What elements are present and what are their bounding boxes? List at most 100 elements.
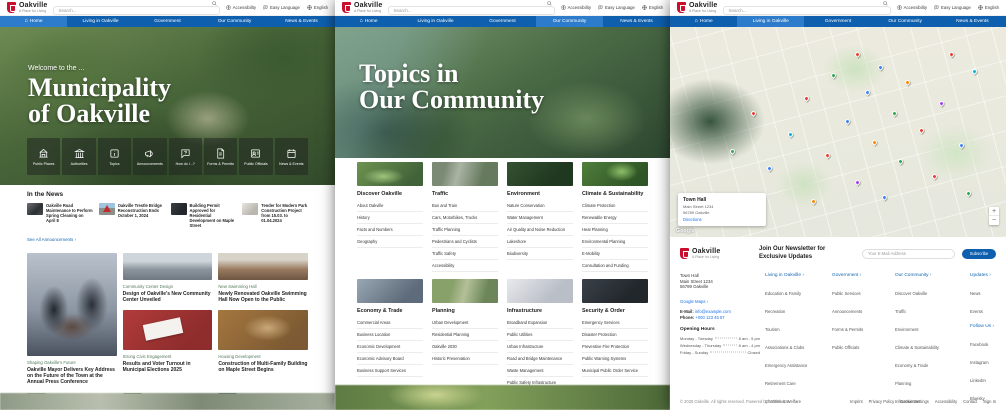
topic-link[interactable]: Broadband Expansion (507, 317, 573, 328)
footer-link[interactable]: Retirement Care (765, 381, 796, 386)
nav-government[interactable]: Government (804, 16, 871, 27)
topic-link[interactable]: Waste Management (507, 365, 573, 376)
legal-link[interactable]: Privacy Policy (869, 399, 894, 404)
topic-link[interactable]: Disaster Protection (582, 329, 648, 340)
footer-link[interactable]: Forms & Permits (832, 327, 863, 332)
topic-link[interactable]: Emergency Services (582, 317, 648, 328)
language-button[interactable]: English (978, 5, 999, 10)
tile-authorities[interactable]: Authorities (62, 138, 96, 175)
topic-link[interactable]: Business Location (357, 329, 423, 340)
social-link[interactable]: Facebook (970, 342, 988, 347)
topic-title[interactable]: Infrastructure (507, 308, 573, 314)
nav-home[interactable]: ⌂ Home (335, 16, 402, 27)
topic-link[interactable]: Biodiversity (507, 248, 573, 259)
topic-link[interactable]: Historic Preservation (432, 353, 498, 364)
footer-link[interactable]: Emergency Assistance (765, 363, 807, 368)
tile-topics[interactable]: Topics (97, 138, 132, 175)
topic-photo[interactable] (357, 279, 423, 303)
legal-link[interactable]: Contact (963, 399, 977, 404)
topic-link[interactable]: Preventive Fire Protection (582, 341, 648, 352)
topic-photo[interactable] (357, 162, 423, 186)
topic-link[interactable]: Bus and Train (432, 200, 498, 211)
map-pin[interactable] (749, 109, 757, 118)
map-pin[interactable] (890, 109, 898, 118)
topic-title[interactable]: Environment (507, 191, 573, 197)
footer-link[interactable]: Education & Family (765, 291, 801, 296)
topic-link[interactable]: Urban Development (432, 317, 498, 328)
footer-column-title[interactable]: Government › (832, 273, 890, 278)
zoom-out-button[interactable]: − (989, 216, 999, 225)
topic-photo[interactable] (507, 279, 573, 303)
map-pin[interactable] (786, 130, 794, 139)
search-icon[interactable] (546, 0, 552, 6)
topic-link[interactable]: Commercial Areas (357, 317, 423, 328)
legal-link[interactable]: Accessibility (935, 399, 957, 404)
map-pin[interactable] (843, 118, 851, 126)
map-place-card[interactable]: Town Hall Main Street 1234 56789 Oakvill… (678, 193, 766, 226)
topic-link[interactable]: Environmental Planning (582, 236, 648, 247)
map-pin[interactable] (830, 72, 838, 80)
topic-link[interactable]: Lakeshore (507, 236, 573, 247)
see-all-announcements-link[interactable]: See All Announcements › (27, 237, 76, 242)
map-pin[interactable] (853, 51, 861, 59)
social-link[interactable]: Instagram (970, 360, 989, 365)
map-pin[interactable] (971, 67, 979, 76)
nav-news[interactable]: News & Events (603, 16, 670, 27)
topic-link[interactable]: Business Support Services (357, 365, 423, 376)
map-pin[interactable] (766, 164, 774, 172)
map-pin[interactable] (863, 88, 871, 97)
topic-link[interactable]: Traffic Planning (432, 224, 498, 235)
topic-link[interactable]: Facts and Numbers (357, 224, 423, 235)
news-card[interactable]: Housing Development Construction of Mult… (218, 310, 308, 373)
nav-community[interactable]: Our Community (201, 16, 268, 27)
topic-link[interactable]: Geography (357, 236, 423, 247)
footer-link[interactable]: Recreation (765, 309, 785, 314)
map-pin[interactable] (823, 151, 831, 160)
map-pin[interactable] (810, 198, 818, 206)
logo[interactable]: Oakville A Place for Living (677, 2, 717, 13)
map-pin[interactable] (904, 78, 912, 86)
legal-link[interactable]: Cookie Settings (900, 399, 929, 404)
tile-public-places[interactable]: Public Places (27, 138, 61, 175)
news-card[interactable]: Shaping Oakville's Future Oakville Mayor… (27, 253, 117, 385)
search-icon[interactable] (882, 0, 888, 6)
topic-photo[interactable] (507, 162, 573, 186)
nav-community[interactable]: Our Community (872, 16, 939, 27)
nav-living[interactable]: Living in Oakville (402, 16, 469, 27)
nav-news[interactable]: News & Events (268, 16, 335, 27)
topic-title[interactable]: Security & Order (582, 308, 648, 314)
topic-link[interactable]: Renewable Energy (582, 212, 648, 223)
ticker-item[interactable]: Oakville Road Maintenance to Perform Spr… (27, 203, 93, 228)
email-link[interactable]: info@example.com (695, 309, 731, 314)
topic-photo[interactable] (582, 162, 648, 186)
footer-link[interactable]: Discover Oakville (895, 291, 927, 296)
tile-how-do-i[interactable]: How do I...? (168, 138, 202, 175)
map-pin[interactable] (853, 179, 861, 187)
topic-title[interactable]: Traffic (432, 191, 498, 197)
topic-link[interactable]: About Oakville (357, 200, 423, 211)
footer-link[interactable]: Environment (895, 327, 919, 332)
ticker-item[interactable]: Tender for Modern Park Construction Proj… (242, 203, 308, 228)
map-pin[interactable] (937, 99, 945, 107)
map-pin[interactable] (964, 189, 972, 197)
language-button[interactable]: English (642, 5, 663, 10)
logo[interactable]: Oakville A Place for Living (342, 2, 382, 13)
search-input[interactable] (723, 5, 891, 15)
footer-link[interactable]: News (970, 291, 980, 296)
follow-us-title[interactable]: Follow Us › (970, 324, 996, 329)
accessibility-button[interactable]: Accessibility (225, 5, 256, 10)
topic-link[interactable]: Economic Development (357, 341, 423, 352)
search-input[interactable] (388, 5, 555, 15)
topic-link[interactable]: Economic Advisory Board (357, 353, 423, 364)
nav-living[interactable]: Living in Oakville (737, 16, 805, 27)
easy-language-button[interactable]: Easy Language (934, 5, 971, 10)
topic-link[interactable]: Air Quality and Noise Reduction (507, 224, 573, 235)
nav-news[interactable]: News & Events (939, 16, 1006, 27)
nav-government[interactable]: Government (134, 16, 201, 27)
topic-link[interactable]: Cars, Motorbikes, Trucks (432, 212, 498, 223)
footer-link[interactable]: Public Services (832, 291, 861, 296)
news-card[interactable]: Strong Civic Engagement Results and Vote… (122, 310, 213, 373)
map-pin[interactable] (947, 51, 955, 59)
search-input[interactable] (53, 5, 220, 15)
footer-link[interactable]: Planning (895, 381, 911, 386)
